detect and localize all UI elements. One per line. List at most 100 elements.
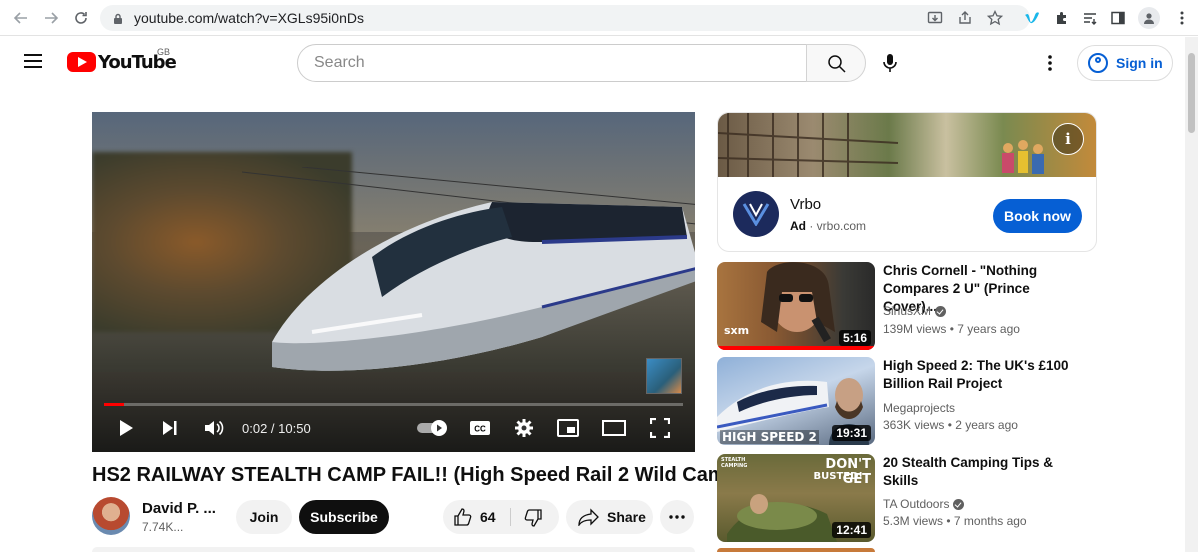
account-circle-icon <box>1088 53 1108 73</box>
miniplayer-icon <box>557 419 579 437</box>
share-button[interactable]: Share <box>566 500 653 534</box>
like-count: 64 <box>480 509 496 525</box>
related-thumbnail[interactable]: HIGH SPEED 2 19:31 <box>717 357 875 445</box>
search-placeholder: Search <box>314 54 365 71</box>
address-bar[interactable]: youtube.com/watch?v=XGLs95i0nDs <box>100 5 1030 31</box>
browser-menu-icon[interactable] <box>1172 8 1192 28</box>
vrbo-logo-icon[interactable] <box>733 191 779 237</box>
related-thumbnail[interactable]: STEALTH CAMPING DON'T GET BUSTED! 12:41 <box>717 454 875 542</box>
related-meta: 5.3M views • 7 months ago <box>883 514 1027 528</box>
verified-check-icon <box>935 305 947 317</box>
more-actions-button[interactable] <box>660 500 694 534</box>
install-app-icon[interactable] <box>925 8 945 28</box>
time-display: 0:02 / 10:50 <box>242 421 311 436</box>
thumbs-down-icon <box>524 509 542 527</box>
extensions-puzzle-icon[interactable] <box>1052 8 1072 28</box>
miniplayer-button[interactable] <box>556 414 580 442</box>
related-thumbnail[interactable]: sxm 5:16 <box>717 262 875 350</box>
book-now-button[interactable]: Book now <box>993 199 1082 233</box>
settings-more-icon[interactable] <box>1040 53 1060 73</box>
share-arrow-icon <box>578 508 599 526</box>
reading-list-icon[interactable] <box>1080 8 1100 28</box>
vimeo-extension-icon[interactable] <box>1022 8 1042 28</box>
play-icon <box>120 420 133 436</box>
sign-in-button[interactable]: Sign in <box>1077 45 1173 81</box>
description-box[interactable] <box>92 547 695 552</box>
thumbnail-overlay-small: STEALTH CAMPING <box>721 457 748 469</box>
settings-button[interactable] <box>512 414 536 442</box>
thumbnail-overlay-line2: BUSTED! <box>813 471 863 482</box>
ad-tag: Ad <box>790 219 806 233</box>
ad-info-icon[interactable]: i <box>1052 123 1084 155</box>
gear-icon <box>515 419 533 437</box>
related-channel-name: Megaprojects <box>883 401 956 415</box>
forward-arrow-icon[interactable] <box>40 7 62 29</box>
dislike-button[interactable] <box>523 508 543 533</box>
ad-source: Ad · vrbo.com <box>790 219 866 233</box>
progress-bar-played <box>104 403 124 406</box>
related-title[interactable]: High Speed 2: The UK's £100 Billion Rail… <box>883 357 1083 393</box>
progress-bar[interactable] <box>104 403 683 406</box>
voice-search-mic-icon[interactable] <box>878 51 902 75</box>
thumbs-up-icon <box>454 508 472 526</box>
youtube-logo[interactable]: YouTube GB <box>67 47 177 73</box>
reload-icon[interactable] <box>70 7 92 29</box>
thumbnail-overlay-text: sxm <box>724 324 750 337</box>
ad-brand[interactable]: Vrbo <box>790 196 821 213</box>
ad-treehouse-image <box>718 113 1044 177</box>
next-icon <box>163 421 177 435</box>
menu-hamburger-icon[interactable] <box>24 54 42 68</box>
like-button[interactable]: 64 <box>453 507 496 527</box>
like-dislike-bar: 64 <box>443 500 559 534</box>
related-channel-name: SiriusXM <box>883 304 932 318</box>
related-meta: 139M views • 7 years ago <box>883 322 1020 336</box>
search-icon <box>828 55 846 73</box>
related-channel[interactable]: Megaprojects <box>883 401 955 415</box>
captions-button[interactable]: CC <box>468 414 492 442</box>
share-label: Share <box>607 509 646 525</box>
search-input[interactable]: Search <box>297 44 807 82</box>
subscribe-button[interactable]: Subscribe <box>299 500 389 534</box>
video-player[interactable]: 0:02 / 10:50 CC <box>92 112 695 452</box>
autoplay-toggle[interactable] <box>416 414 450 442</box>
related-title[interactable]: 20 Stealth Camping Tips & Skills <box>883 454 1083 490</box>
related-video-item[interactable]: STEALTH CAMPING DON'T GET BUSTED! 12:41 … <box>717 454 1097 544</box>
ad-card[interactable]: i Vrbo Ad · vrbo.com Book now <box>717 112 1097 252</box>
bookmark-star-icon[interactable] <box>985 8 1005 28</box>
theater-mode-button[interactable] <box>600 414 628 442</box>
channel-name[interactable]: David P. ... <box>142 500 216 517</box>
channel-avatar[interactable] <box>92 497 130 535</box>
scrollbar-thumb[interactable] <box>1188 53 1195 133</box>
youtube-play-logo-icon <box>67 52 96 72</box>
volume-button[interactable] <box>202 414 226 442</box>
autoplay-toggle-icon <box>417 420 447 436</box>
search-button[interactable] <box>806 44 866 82</box>
related-channel[interactable]: SiriusXM <box>883 304 947 318</box>
play-button[interactable] <box>114 414 138 442</box>
captions-icon: CC <box>470 421 490 435</box>
video-frame-train <box>242 167 695 371</box>
svg-text:CC: CC <box>474 425 486 434</box>
video-duration: 5:16 <box>838 330 871 346</box>
fullscreen-button[interactable] <box>648 414 672 442</box>
lock-icon <box>112 12 124 24</box>
profile-icon[interactable] <box>1138 7 1160 29</box>
theater-mode-icon <box>602 420 626 436</box>
related-meta: 363K views • 2 years ago <box>883 418 1018 432</box>
like-separator <box>510 508 511 526</box>
related-video-item[interactable]: sxm 5:16 Chris Cornell - "Nothing Compar… <box>717 262 1097 352</box>
related-thumbnail-peek[interactable] <box>717 548 875 552</box>
back-arrow-icon[interactable] <box>10 7 32 29</box>
side-panel-icon[interactable] <box>1108 8 1128 28</box>
join-button[interactable]: Join <box>236 500 292 534</box>
related-video-item[interactable]: HIGH SPEED 2 19:31 High Speed 2: The UK'… <box>717 357 1097 447</box>
share-page-icon[interactable] <box>955 8 975 28</box>
related-channel[interactable]: TA Outdoors <box>883 497 965 511</box>
next-button[interactable] <box>158 414 182 442</box>
ad-banner-image[interactable] <box>718 113 1096 177</box>
video-duration: 19:31 <box>832 425 871 441</box>
verified-check-icon <box>953 498 965 510</box>
channel-watermark[interactable] <box>646 358 682 394</box>
browser-toolbar: youtube.com/watch?v=XGLs95i0nDs <box>0 0 1198 36</box>
page-scrollbar[interactable] <box>1185 37 1198 552</box>
